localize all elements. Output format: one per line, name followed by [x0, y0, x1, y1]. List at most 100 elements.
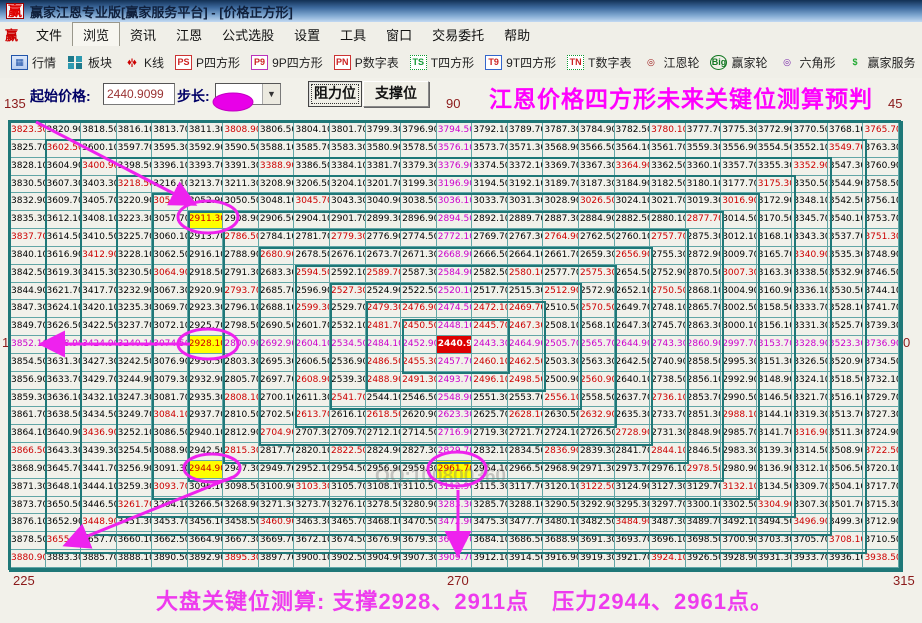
grid-cell-r7c11: 2776.90 [365, 229, 402, 247]
grid-cell-r7c20: 2875.30 [685, 229, 722, 247]
grid-cell-r8c11: 2673.70 [365, 246, 402, 265]
toolbar-item-T数字表[interactable]: TN T数字表 [567, 54, 631, 71]
grid-cell-r11c3: 3420.10 [81, 300, 117, 319]
grid-cell-r23c9: 3463.30 [294, 514, 331, 533]
menu-item-设置[interactable]: 设置 [284, 23, 330, 46]
grid-cell-r15c18: 2640.10 [614, 371, 651, 390]
grid-cell-r10c16: 2512.90 [543, 282, 579, 301]
grid-cell-r19c21: 2983.30 [721, 443, 757, 461]
chevron-down-icon[interactable]: ▼ [262, 84, 280, 104]
menu-item-窗口[interactable]: 窗口 [376, 23, 422, 46]
grid-cell-r3c21: 3357.70 [721, 157, 757, 176]
menu-item-资讯[interactable]: 资讯 [120, 23, 166, 46]
grid-cell-r5c22: 3172.90 [756, 193, 793, 212]
toolbar-item-赢家轮[interactable]: Big 赢家轮 [710, 54, 768, 71]
angle-label-225: 225 [13, 573, 35, 588]
toolbar-item-9P四方形[interactable]: P9 9P四方形 [251, 54, 323, 71]
grid-cell-r6c2: 3612.10 [45, 211, 82, 230]
grid-cell-r19c4: 3254.50 [116, 443, 153, 461]
support-button[interactable]: 支撑位 [363, 81, 429, 107]
grid-cell-r7c4: 3225.70 [116, 229, 153, 247]
grid-cell-r24c6: 3664.90 [187, 532, 224, 551]
grid-cell-r5c7: 3050.50 [223, 193, 259, 212]
grid-cell-r23c20: 3489.70 [685, 514, 722, 533]
grid-cell-r25c24: 3936.10 [827, 550, 864, 568]
grid-cell-r16c25: 3729.70 [863, 389, 899, 408]
grid-cell-r2c23: 3552.10 [792, 139, 828, 158]
grid-cell-r24c14: 3684.10 [472, 532, 508, 551]
grid-cell-r12c20: 2863.30 [685, 318, 722, 337]
grid-cell-r2c4: 3597.70 [116, 139, 153, 158]
grid-cell-r22c19: 3297.70 [650, 496, 686, 515]
grid-cell-r5c18: 3024.10 [614, 193, 651, 212]
grid-cell-r12c14: 2445.70 [472, 318, 508, 337]
grid-cell-r24c3: 3657.70 [81, 532, 117, 551]
toolbar-item-六角形[interactable]: ◎ 六角形 [779, 54, 835, 71]
menu-item-公式选股[interactable]: 公式选股 [212, 23, 284, 46]
menu-item-浏览[interactable]: 浏览 [72, 21, 121, 47]
grid-cell-r23c18: 3484.90 [614, 514, 651, 533]
grid-cell-r15c24: 3518.50 [827, 371, 864, 390]
grid-cell-r4c22: 3175.30 [756, 175, 793, 194]
grid-cell-r17c15: 2628.10 [507, 407, 544, 426]
grid-cell-r16c16: 2556.10 [543, 389, 579, 408]
time-square9-icon: T9 [485, 54, 503, 70]
grid-cell-r2c3: 3600.10 [81, 139, 117, 158]
menu-item-文件[interactable]: 文件 [26, 23, 72, 46]
grid-cell-r5c16: 3028.90 [543, 193, 579, 212]
grid-cell-r1c22: 3772.90 [756, 122, 793, 140]
grid-cell-r9c25: 3746.50 [863, 264, 899, 283]
menu-item-帮助[interactable]: 帮助 [494, 23, 540, 46]
toolbar-item-板块[interactable]: 板块 [67, 54, 112, 71]
grid-cell-r19c9: 2820.10 [294, 443, 331, 461]
toolbar-item-P四方形[interactable]: PS P四方形 [175, 54, 240, 71]
time-table-icon: TN [567, 54, 585, 70]
step-dropdown-value [216, 84, 262, 104]
grid-cell-r2c2: 3602.50 [45, 139, 82, 158]
grid-cell-r8c24: 3535.30 [827, 246, 864, 265]
grid-cell-r12c5: 3072.10 [152, 318, 188, 337]
grid-cell-r23c24: 3499.30 [827, 514, 864, 533]
start-price-input[interactable] [103, 83, 175, 105]
toolbar-item-江恩轮[interactable]: ◎ 江恩轮 [642, 54, 699, 71]
grid-cell-r2c15: 3571.30 [507, 139, 544, 158]
grid-cell-r12c18: 2647.30 [614, 318, 651, 337]
grid-cell-r17c5: 3084.10 [152, 407, 188, 426]
grid-cell-r1c14: 3792.10 [472, 122, 508, 140]
toolbar-item-T四方形[interactable]: TS T四方形 [409, 54, 474, 71]
grid-cell-r10c14: 2517.70 [472, 282, 508, 301]
grid-cell-r10c18: 2652.10 [614, 282, 651, 301]
grid-cell-r20c9: 2952.10 [294, 460, 331, 479]
resistance-button[interactable]: 阻力位 [308, 81, 362, 107]
menu-item-工具[interactable]: 工具 [330, 23, 376, 46]
grid-cell-r6c25: 3753.70 [863, 211, 899, 230]
grid-cell-r14c11: 2486.50 [365, 353, 402, 372]
toolbar-item-9T四方形[interactable]: T9 9T四方形 [485, 54, 556, 71]
grid-cell-r22c21: 3302.50 [721, 496, 757, 515]
grid-cell-r1c13: 3794.50 [436, 122, 473, 140]
menu-item-江恩[interactable]: 江恩 [166, 23, 212, 46]
toolbar-item-赢家服务[interactable]: $ 赢家服务 [847, 54, 916, 71]
market-table-icon: ▦ [11, 54, 28, 70]
toolbar-item-P数字表[interactable]: PN P数字表 [333, 54, 399, 71]
grid-cell-r14c2: 3631.30 [45, 353, 82, 372]
grid-cell-r17c8: 2702.50 [258, 407, 295, 426]
grid-cell-r18c1: 3864.10 [10, 425, 46, 444]
toolbar-item-label: 9P四方形 [272, 55, 323, 70]
step-dropdown[interactable]: ▼ [215, 83, 281, 105]
grid-cell-r16c3: 3432.10 [81, 389, 117, 408]
menu-item-交易委托[interactable]: 交易委托 [422, 23, 494, 46]
grid-cell-r19c15: 2834.50 [507, 443, 544, 461]
grid-cell-r2c21: 3556.90 [721, 139, 757, 158]
grid-cell-r7c1: 3837.70 [10, 229, 46, 247]
toolbar-item-行情[interactable]: ▦ 行情 [11, 54, 56, 71]
grid-cell-r19c20: 2846.50 [685, 443, 722, 461]
grid-cell-r19c18: 2841.70 [614, 443, 651, 461]
grid-cell-r24c12: 3679.30 [401, 532, 437, 551]
grid-cell-r23c7: 3458.50 [223, 514, 259, 533]
toolbar-item-K线[interactable]: ♦¦♦ K线 [123, 54, 164, 71]
grid-cell-r13c17: 2565.70 [578, 336, 615, 354]
grid-cell-r15c12: 2491.30 [401, 371, 437, 390]
angle-label-45: 45 [888, 96, 903, 111]
grid-cell-r5c19: 3021.70 [650, 193, 686, 212]
